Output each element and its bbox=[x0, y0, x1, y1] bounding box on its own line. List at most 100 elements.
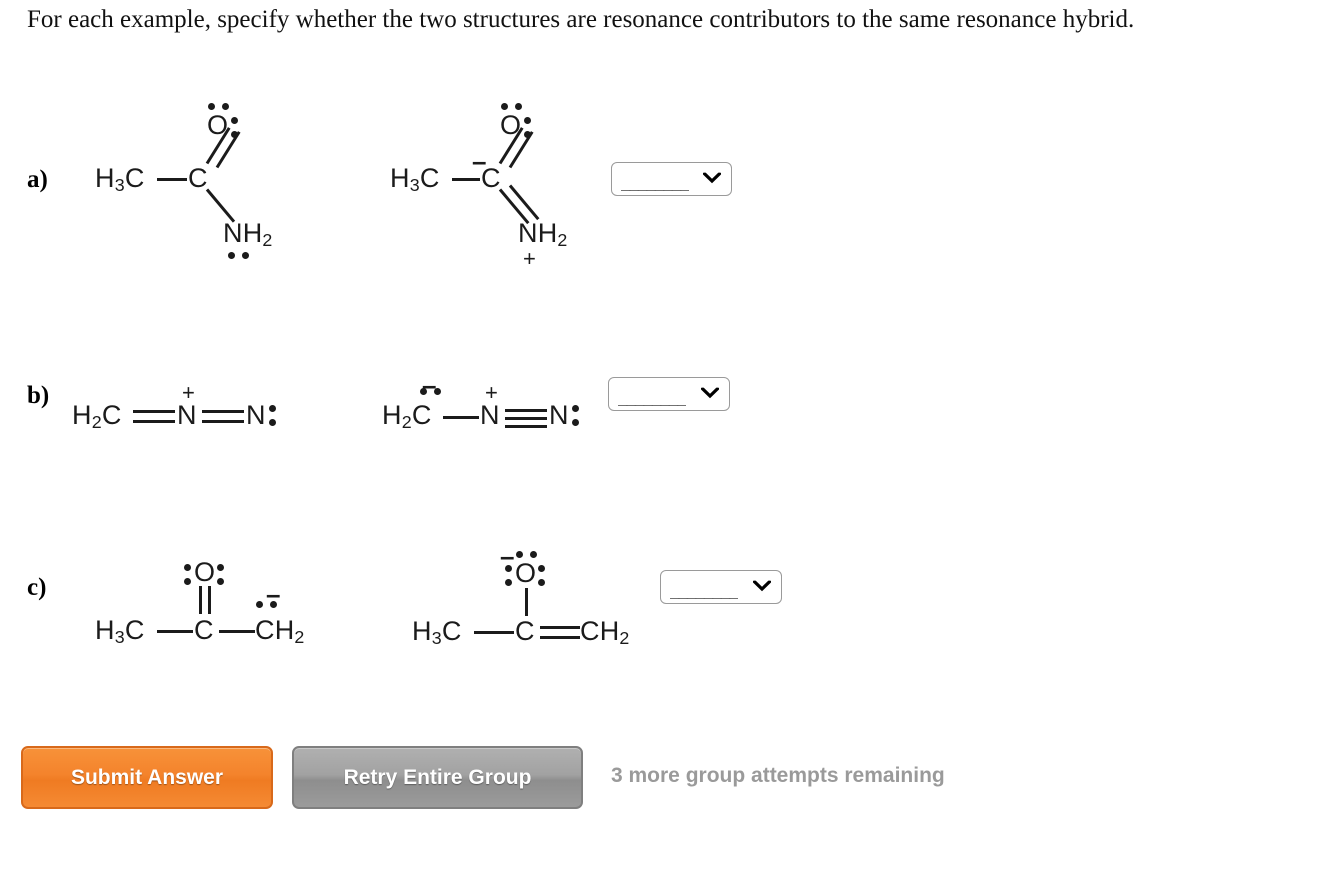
electron-dot bbox=[231, 117, 238, 124]
formal-charge-nitrogen-plus: + bbox=[523, 246, 536, 271]
row-label-b: b) bbox=[27, 382, 50, 409]
bond-n-n-3 bbox=[505, 425, 547, 428]
page-title: For each example, specify whether the tw… bbox=[27, 6, 1135, 33]
structure-b-left: H2C N + N bbox=[72, 382, 322, 438]
formal-charge-methylene-minus: – bbox=[266, 579, 281, 609]
electron-dot bbox=[530, 551, 537, 558]
electron-dot bbox=[269, 405, 276, 412]
lone-pair-oxygen-right bbox=[538, 565, 545, 586]
bond-c-o-2 bbox=[208, 586, 211, 614]
lone-pair-oxygen-left bbox=[184, 564, 191, 585]
submit-answer-button[interactable]: Submit Answer bbox=[21, 746, 273, 809]
atom-label-terminal-nitrogen: N bbox=[246, 400, 266, 430]
bond-c-c-left bbox=[157, 630, 193, 633]
atom-label-carbon: H2C bbox=[382, 400, 432, 432]
bond-n-n-1 bbox=[202, 410, 244, 413]
electron-dot bbox=[217, 564, 224, 571]
formal-charge-oxygen-minus: – bbox=[500, 541, 515, 571]
electron-dot bbox=[208, 103, 215, 110]
atom-label-methyl: H3C bbox=[95, 615, 145, 647]
bond-c-c-left bbox=[474, 631, 514, 634]
chevron-down-icon bbox=[753, 580, 771, 592]
electron-dot bbox=[524, 131, 531, 138]
electron-dot bbox=[222, 103, 229, 110]
bond-c-n-2 bbox=[133, 420, 175, 423]
lone-pair-oxygen-right bbox=[231, 117, 238, 138]
atom-label-oxygen: O bbox=[194, 557, 216, 587]
electron-dot bbox=[184, 564, 191, 571]
bond-c-c bbox=[452, 178, 480, 181]
electron-dot bbox=[538, 565, 545, 572]
row-label-c: c) bbox=[27, 574, 47, 601]
formal-charge-nitrogen-plus: + bbox=[182, 380, 195, 405]
bond-n-n-2 bbox=[505, 417, 547, 420]
formal-charge-carbon-minus: – bbox=[422, 370, 437, 400]
formal-charge-carbon-minus: – bbox=[472, 146, 487, 176]
structure-b-right: H2C – N + N bbox=[382, 372, 632, 440]
atom-label-oxygen: O bbox=[500, 110, 522, 140]
bond-c-n bbox=[443, 416, 479, 419]
answer-select-a[interactable]: ________ bbox=[611, 162, 732, 196]
chevron-down-icon bbox=[701, 387, 719, 399]
bond-n-n-1 bbox=[505, 409, 547, 412]
lone-pair-oxygen-right bbox=[217, 564, 224, 585]
atom-label-methyl: H3C bbox=[390, 163, 440, 195]
formal-charge-nitrogen-plus: + bbox=[485, 380, 498, 405]
bond-c-c-right bbox=[219, 630, 255, 633]
electron-dot bbox=[505, 579, 512, 586]
atom-label-methyl: H3C bbox=[95, 163, 145, 195]
bond-c-n-1 bbox=[133, 410, 175, 413]
lone-pair-terminal-nitrogen bbox=[269, 405, 276, 426]
electron-dot bbox=[538, 579, 545, 586]
atom-label-central-carbon: C bbox=[515, 616, 535, 646]
electron-dot bbox=[184, 578, 191, 585]
electron-dot bbox=[515, 103, 522, 110]
atom-label-carbonyl-carbon: C bbox=[194, 615, 214, 645]
lone-pair-oxygen-top bbox=[516, 551, 537, 558]
lone-pair-oxygen-top bbox=[208, 103, 229, 110]
bond-c-o bbox=[525, 588, 528, 616]
electron-dot bbox=[501, 103, 508, 110]
structure-a-left: H3C C O NH2 bbox=[95, 100, 325, 260]
answer-select-b-value: ________ bbox=[618, 389, 686, 406]
chevron-down-icon bbox=[703, 172, 721, 184]
structure-c-left: H3C C O CH2 – bbox=[95, 555, 355, 655]
electron-dot bbox=[231, 131, 238, 138]
atom-label-methyl: H3C bbox=[412, 616, 462, 648]
atom-label-carbonyl-carbon: C bbox=[188, 163, 208, 193]
retry-entire-group-button[interactable]: Retry Entire Group bbox=[292, 746, 583, 809]
retry-entire-group-label: Retry Entire Group bbox=[343, 765, 532, 789]
structure-c-right: H3C C O – CH2 bbox=[412, 543, 682, 658]
atom-label-methylene: CH2 bbox=[255, 615, 305, 647]
atom-label-terminal-nitrogen: N bbox=[549, 400, 569, 430]
atom-label-oxygen: O bbox=[515, 558, 537, 588]
electron-dot bbox=[242, 252, 249, 259]
electron-dot bbox=[524, 117, 531, 124]
answer-select-c[interactable]: ________ bbox=[660, 570, 782, 604]
lone-pair-terminal-nitrogen bbox=[572, 405, 579, 426]
row-label-a: a) bbox=[27, 166, 48, 193]
electron-dot bbox=[572, 419, 579, 426]
electron-dot bbox=[516, 551, 523, 558]
bond-c-o-1 bbox=[199, 586, 202, 614]
answer-select-b[interactable]: ________ bbox=[608, 377, 730, 411]
lone-pair-oxygen-right bbox=[524, 117, 531, 138]
atom-label-amine: NH2 bbox=[223, 218, 273, 250]
answer-select-a-value: ________ bbox=[621, 174, 689, 191]
atom-label-carbon: H2C bbox=[72, 400, 122, 432]
bond-n-n-2 bbox=[202, 420, 244, 423]
bond-c-c-right-1 bbox=[540, 626, 580, 629]
attempts-remaining-text: 3 more group attempts remaining bbox=[611, 764, 945, 787]
electron-dot bbox=[228, 252, 235, 259]
electron-dot bbox=[269, 419, 276, 426]
structure-a-right: H3C C – O NH2 + bbox=[390, 100, 630, 280]
electron-dot bbox=[256, 601, 263, 608]
electron-dot bbox=[217, 578, 224, 585]
lone-pair-oxygen-top bbox=[501, 103, 522, 110]
bond-c-c-right-2 bbox=[540, 636, 580, 639]
bond-c-c bbox=[157, 178, 187, 181]
atom-label-methylene: CH2 bbox=[580, 616, 630, 648]
atom-label-oxygen: O bbox=[207, 110, 229, 140]
answer-select-c-value: ________ bbox=[670, 582, 738, 599]
lone-pair-nitrogen-bottom bbox=[228, 252, 249, 259]
